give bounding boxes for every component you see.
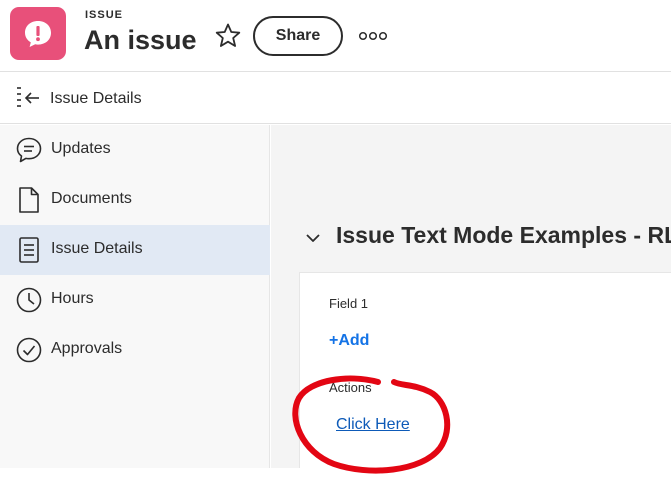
collapse-panel-icon[interactable] [15,85,43,116]
star-icon[interactable] [214,22,242,50]
chevron-down-icon[interactable] [303,228,323,253]
details-list-icon [15,236,43,264]
sidebar-item-label: Approvals [51,340,123,357]
sidebar-item-label: Updates [51,140,111,157]
section-title: Issue Text Mode Examples - RL ( [336,222,671,248]
object-type-label: ISSUE [85,9,124,21]
sidebar-item-updates[interactable]: Updates [0,125,270,175]
sidebar-item-label: Issue Details [51,240,143,257]
clock-icon [15,286,43,314]
sidebar-item-issue-details[interactable]: Issue Details [0,225,270,275]
sidebar-item-approvals[interactable]: Approvals [0,325,270,375]
page-title: An issue [84,25,197,55]
field-label: Field 1 [329,296,369,311]
more-options-icon[interactable] [358,26,388,46]
details-title: Issue Details [50,90,142,107]
share-button[interactable]: Share [253,16,343,56]
sidebar-item-label: Hours [51,290,94,307]
sidebar-item-documents[interactable]: Documents [0,175,270,225]
speech-bubble-icon [15,136,43,164]
add-button[interactable]: +Add [329,332,369,350]
page-header: ISSUE An issue Share [0,0,671,72]
issue-alert-icon [10,7,66,60]
checkmark-circle-icon [15,336,43,364]
red-circle-annotation [292,375,451,474]
details-toolbar: Issue Details [0,73,671,124]
document-icon [15,186,43,214]
sidebar-item-hours[interactable]: Hours [0,275,270,325]
sidebar: Updates Documents Issue Details Hours Ap… [0,125,270,468]
sidebar-item-label: Documents [51,190,132,207]
